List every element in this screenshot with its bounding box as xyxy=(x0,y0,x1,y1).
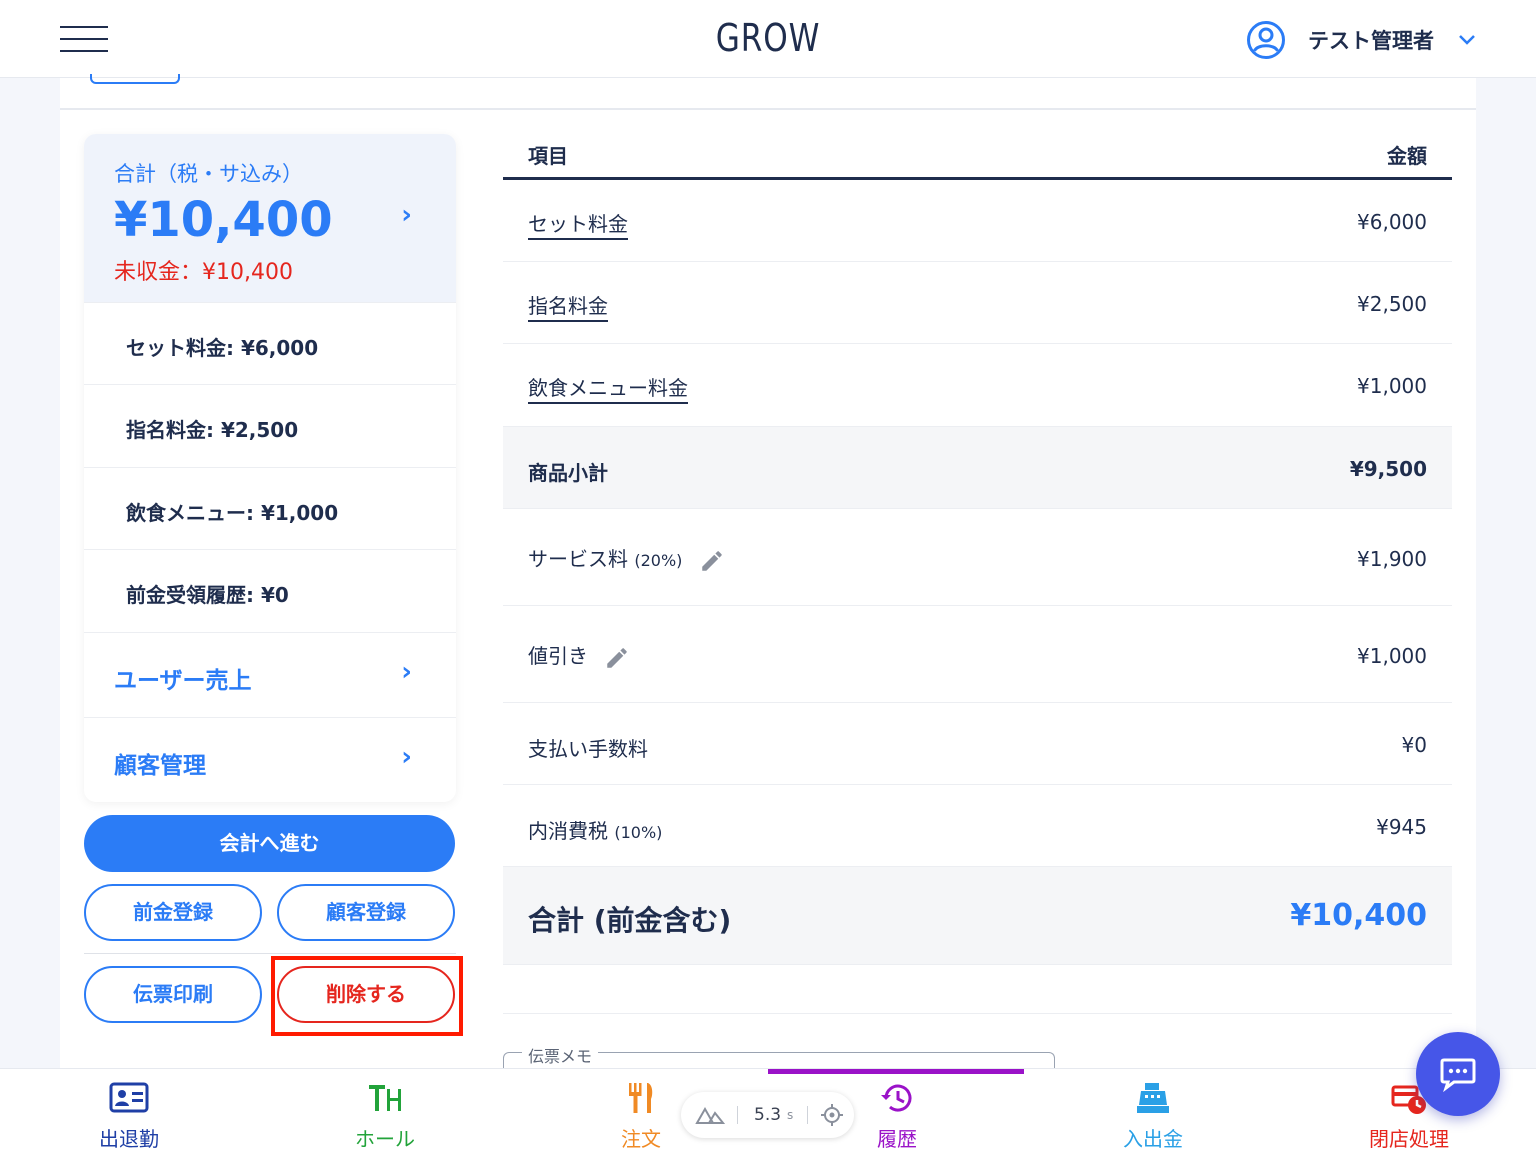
user-name: テスト管理者 xyxy=(1308,29,1434,53)
col-amount-header: 金額 xyxy=(1387,144,1427,168)
subtotal-label: 商品小計 xyxy=(528,461,608,485)
highlight-box xyxy=(271,956,463,1036)
chevron-right-icon: › xyxy=(401,742,412,772)
row-amount: ¥1,900 xyxy=(1357,547,1427,571)
divider xyxy=(84,953,456,954)
app-header: GROW テスト管理者 xyxy=(0,0,1536,78)
row-amount: ¥2,500 xyxy=(1357,292,1427,316)
user-menu[interactable]: テスト管理者 xyxy=(1246,20,1476,60)
deposit-register-button[interactable]: 前金登録 xyxy=(84,884,262,941)
summary-row-text: セット料金: ¥6,000 xyxy=(126,336,319,360)
fork-knife-icon xyxy=(629,1083,653,1113)
table-row: 値引き ¥1,000 xyxy=(503,606,1452,703)
food-menu-fee-link[interactable]: 飲食メニュー料金 xyxy=(528,376,688,404)
user-avatar-icon xyxy=(1247,21,1285,59)
nav-attendance[interactable]: 出退勤 xyxy=(59,1069,199,1152)
row-amount: ¥6,000 xyxy=(1357,210,1427,234)
chevron-right-icon: › xyxy=(401,200,412,230)
chevron-down-icon[interactable] xyxy=(1458,34,1476,46)
grand-total-row: 合計 (前金含む) ¥10,400 xyxy=(503,867,1452,965)
menu-icon[interactable] xyxy=(60,26,108,52)
pencil-icon[interactable] xyxy=(604,645,630,671)
summary-row: 指名料金: ¥2,500 xyxy=(84,384,456,466)
nuxt-logo-icon xyxy=(695,1106,725,1124)
grand-total-label: 合計 (前金含む) xyxy=(528,904,732,937)
total-summary[interactable]: 合計（税・サ込み） ¥10,400 未収金：¥10,400 › xyxy=(84,134,456,302)
chat-button[interactable] xyxy=(1416,1032,1500,1116)
app-logo: GROW xyxy=(715,16,821,60)
table-row: 支払い手数料 ¥0 xyxy=(503,703,1452,785)
divider xyxy=(807,1106,809,1124)
table-row: 飲食メニュー料金 ¥1,000 xyxy=(503,344,1452,427)
nav-label: 出退勤 xyxy=(99,1127,159,1151)
timer-unit: s xyxy=(787,1108,794,1122)
top-tab-button[interactable] xyxy=(90,74,180,84)
nomination-fee-link[interactable]: 指名料金 xyxy=(528,294,608,322)
user-sales-label: ユーザー売上 xyxy=(114,668,252,694)
set-fee-link[interactable]: セット料金 xyxy=(528,212,628,240)
cash-register-icon xyxy=(1137,1083,1169,1113)
row-amount: ¥945 xyxy=(1376,815,1427,839)
row-amount: ¥1,000 xyxy=(1357,374,1427,398)
table-row: 内消費税 (10%) ¥945 xyxy=(503,785,1452,867)
unpaid-amount: 未収金：¥10,400 xyxy=(114,260,293,285)
tax-label: 内消費税 xyxy=(528,819,608,843)
print-slip-button[interactable]: 伝票印刷 xyxy=(84,966,262,1023)
tax-rate: (10%) xyxy=(614,823,663,842)
nav-label: 入出金 xyxy=(1123,1127,1183,1151)
divider xyxy=(737,1106,738,1124)
customer-register-button[interactable]: 顧客登録 xyxy=(277,884,455,941)
subtotal-row: 商品小計 ¥9,500 xyxy=(503,427,1452,509)
crosshair-icon[interactable] xyxy=(820,1103,844,1127)
nav-cash[interactable]: 入出金 xyxy=(1083,1069,1223,1152)
summary-row: 飲食メニュー: ¥1,000 xyxy=(84,467,456,549)
timer-widget: 5.3 s xyxy=(681,1092,854,1138)
row-amount: ¥1,000 xyxy=(1357,644,1427,668)
table-icon xyxy=(369,1085,401,1111)
nav-label: ホール xyxy=(355,1127,415,1151)
user-sales-link[interactable]: ユーザー売上 › xyxy=(84,632,456,717)
payment-fee-label: 支払い手数料 xyxy=(528,737,648,761)
grand-total-amount: ¥10,400 xyxy=(1290,898,1427,933)
pencil-icon[interactable] xyxy=(699,548,725,574)
slip-memo-label: 伝票メモ xyxy=(522,1043,599,1067)
chevron-right-icon: › xyxy=(401,657,412,687)
id-card-icon xyxy=(109,1082,149,1113)
summary-row-text: 前金受領履歴: ¥0 xyxy=(126,583,289,607)
table-header: 項目 金額 xyxy=(503,120,1452,180)
checkout-button[interactable]: 会計へ進む xyxy=(84,815,455,872)
chat-icon xyxy=(1440,1058,1476,1093)
summary-row: セット料金: ¥6,000 xyxy=(84,302,456,384)
nav-label: 閉店処理 xyxy=(1369,1127,1449,1151)
service-fee-label: サービス料 xyxy=(528,547,628,571)
summary-row-text: 指名料金: ¥2,500 xyxy=(126,418,299,442)
subtotal-amount: ¥9,500 xyxy=(1349,457,1427,481)
col-item-header: 項目 xyxy=(528,144,568,168)
customer-management-link[interactable]: 顧客管理 › xyxy=(84,717,456,802)
summary-card: 合計（税・サ込み） ¥10,400 未収金：¥10,400 › セット料金: ¥… xyxy=(84,134,456,802)
timer-value: 5.3 xyxy=(754,1105,782,1125)
nav-hall[interactable]: ホール xyxy=(315,1069,455,1152)
row-amount: ¥0 xyxy=(1401,733,1427,757)
customer-management-label: 顧客管理 xyxy=(114,753,206,779)
table-row: セット料金 ¥6,000 xyxy=(503,180,1452,262)
table-row: サービス料 (20%) ¥1,900 xyxy=(503,509,1452,606)
total-label: 合計（税・サ込み） xyxy=(114,162,303,186)
service-fee-rate: (20%) xyxy=(634,551,683,570)
history-icon xyxy=(881,1084,912,1112)
discount-label: 値引き xyxy=(528,644,588,668)
summary-row: 前金受領履歴: ¥0 xyxy=(84,549,456,631)
divider xyxy=(60,108,1476,110)
table-row: 指名料金 ¥2,500 xyxy=(503,262,1452,344)
total-value: ¥10,400 xyxy=(114,192,333,248)
summary-row-text: 飲食メニュー: ¥1,000 xyxy=(126,501,339,525)
divider xyxy=(503,1013,1452,1014)
